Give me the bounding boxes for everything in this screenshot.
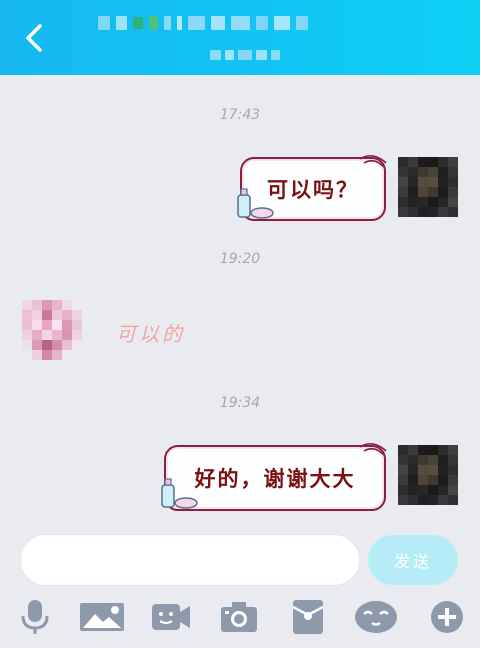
contact-avatar[interactable]	[22, 300, 82, 360]
emoji-button[interactable]	[352, 597, 400, 637]
message-input[interactable]	[20, 534, 360, 586]
image-button[interactable]	[78, 597, 126, 637]
input-bar: 发送	[0, 522, 480, 648]
bottle-sticker-icon	[161, 478, 198, 509]
camera-icon	[221, 602, 257, 632]
message-text: 可以吗？	[267, 177, 359, 202]
my-avatar[interactable]	[398, 157, 458, 217]
ribbon-decoration-icon	[359, 155, 387, 168]
timestamp: 19:34	[219, 395, 261, 411]
video-button[interactable]	[148, 597, 194, 637]
received-message-text[interactable]: 可以的	[116, 318, 185, 347]
timestamp: 17:43	[219, 107, 261, 123]
my-avatar[interactable]	[398, 445, 458, 505]
back-button[interactable]	[14, 18, 54, 58]
sent-message-bubble[interactable]: 好的，谢谢大大	[161, 443, 387, 511]
more-button[interactable]	[424, 597, 470, 637]
ribbon-decoration-icon	[359, 443, 387, 456]
contact-name-pixelated	[98, 12, 308, 34]
microphone-icon	[21, 600, 49, 634]
video-call-icon	[152, 604, 190, 630]
voice-button[interactable]	[12, 597, 58, 637]
image-icon	[80, 603, 124, 631]
sent-message-bubble[interactable]: 可以吗？	[237, 155, 387, 221]
chevron-left-icon	[26, 24, 42, 52]
red-packet-icon	[292, 600, 324, 634]
emoji-icon	[355, 601, 397, 633]
contact-status-pixelated	[210, 50, 280, 62]
timestamp: 19:20	[219, 251, 261, 267]
message-list[interactable]: 17:43 可以吗？ 19:20 可以的 19:34 好的，谢谢大大	[0, 75, 480, 522]
camera-button[interactable]	[216, 597, 262, 637]
message-text: 好的，谢谢大大	[194, 466, 356, 491]
plus-icon	[431, 601, 463, 633]
bottle-sticker-icon	[237, 188, 274, 219]
chat-header	[0, 0, 480, 75]
send-button[interactable]: 发送	[368, 535, 458, 585]
red-packet-button[interactable]	[285, 597, 331, 637]
